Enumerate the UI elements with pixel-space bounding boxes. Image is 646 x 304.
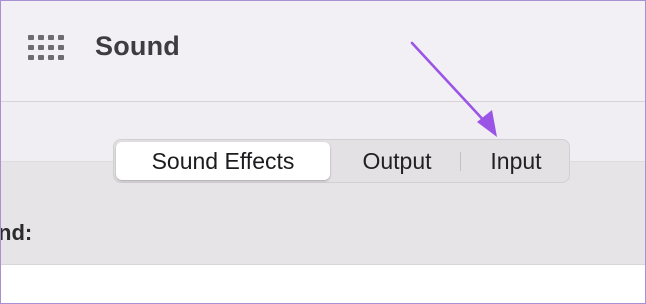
- tab-divider: [460, 152, 461, 171]
- sound-tab-segmented-control: Sound Effects Output Input: [113, 139, 570, 183]
- tab-output[interactable]: Output: [334, 140, 460, 182]
- window-title: Sound: [95, 31, 180, 61]
- settings-panel-lower: [1, 265, 645, 303]
- tab-input[interactable]: Input: [464, 140, 568, 182]
- grid-icon[interactable]: [28, 35, 65, 60]
- tab-sound-effects[interactable]: Sound Effects: [116, 142, 330, 180]
- window-titlebar: Sound: [1, 1, 645, 102]
- sound-field-label: nd:: [0, 220, 33, 245]
